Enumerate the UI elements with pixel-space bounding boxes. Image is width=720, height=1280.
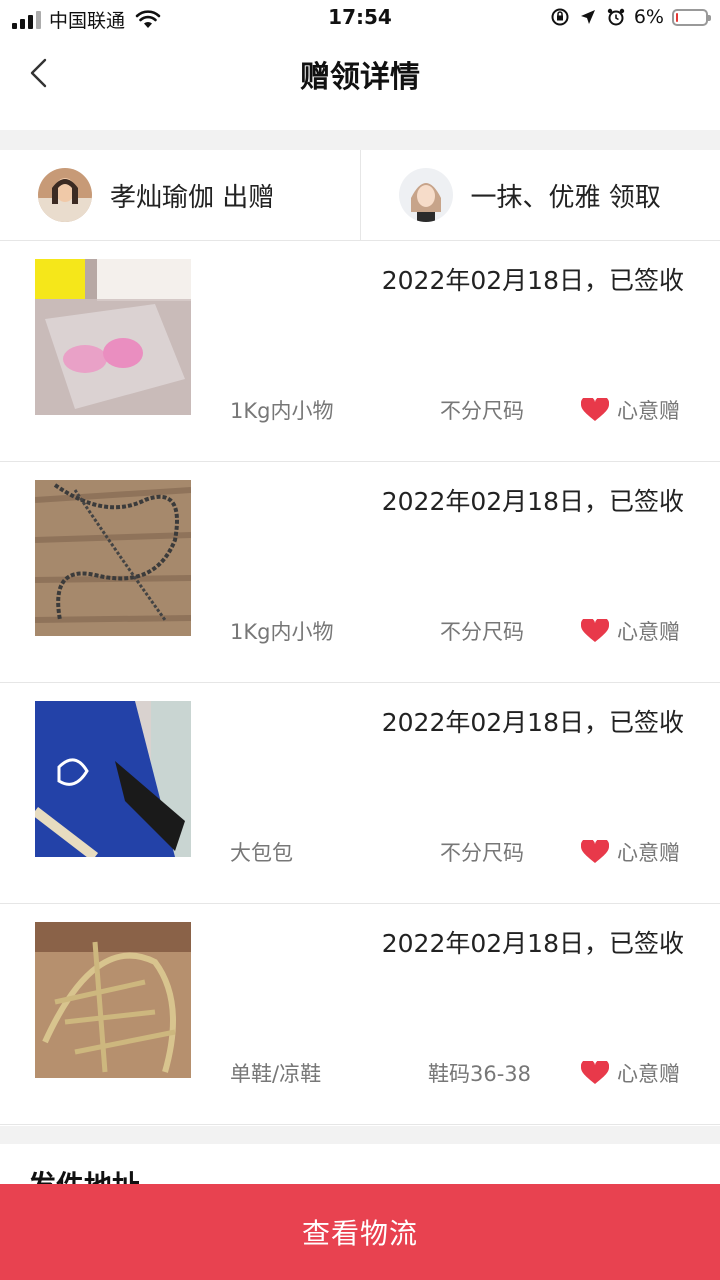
receiver[interactable]: 一抹、优雅 领取 [359,150,720,240]
battery-percent: 6% [633,6,664,28]
alarm-icon [607,8,625,26]
list-item[interactable]: 2022年02月18日，已签收 1Kg内小物 不分尺码 心意赠 [0,241,720,462]
gift-type: 心意赠 [581,837,680,867]
battery-icon [672,8,711,26]
list-item[interactable]: 2022年02月18日，已签收 单鞋/凉鞋 鞋码36-38 心意赠 [0,904,720,1125]
item-photo [35,259,191,415]
item-size: 不分尺码 [440,399,524,423]
heart-icon [581,840,609,863]
item-size: 不分尺码 [440,841,524,865]
gift-type: 心意赠 [581,616,680,646]
item-date-status: 2022年02月18日，已签收 [381,487,684,516]
item-size: 不分尺码 [440,620,524,644]
item-category: 1Kg内小物 [230,399,334,423]
gift-type-label: 心意赠 [617,841,680,865]
nav-bar: 赠领详情 [0,36,720,110]
giver-avatar [38,168,92,222]
giver[interactable]: 孝灿瑜伽 出赠 [0,150,360,240]
rotation-lock-icon [551,8,569,26]
item-category: 大包包 [230,841,293,865]
item-category: 1Kg内小物 [230,620,334,644]
item-photo [35,701,191,857]
heart-icon [581,1061,609,1084]
participants-row: 孝灿瑜伽 出赠 一抹、优雅 领取 [0,150,720,241]
gift-type-label: 心意赠 [617,620,680,644]
item-photo [35,480,191,636]
item-size: 鞋码36-38 [428,1062,532,1086]
giver-name: 孝灿瑜伽 出赠 [110,182,275,213]
page-title: 赠领详情 [300,60,420,95]
divider [0,130,720,150]
gift-type-label: 心意赠 [617,399,680,423]
gift-type: 心意赠 [581,395,680,425]
gift-type-label: 心意赠 [617,1062,680,1086]
item-date-status: 2022年02月18日，已签收 [381,266,684,295]
heart-icon [581,398,609,421]
gift-type: 心意赠 [581,1058,680,1088]
receiver-name: 一抹、优雅 领取 [470,182,661,213]
status-bar: 中国联通 17:54 6% [0,0,720,36]
item-list: 2022年02月18日，已签收 1Kg内小物 不分尺码 心意赠 2022年02月… [0,241,720,1125]
divider [0,1126,720,1144]
view-logistics-button[interactable]: 查看物流 [0,1184,720,1280]
receiver-avatar [398,168,453,222]
list-item[interactable]: 2022年02月18日，已签收 1Kg内小物 不分尺码 心意赠 [0,462,720,683]
heart-icon [581,619,609,642]
item-category: 单鞋/凉鞋 [230,1062,322,1086]
item-photo [35,922,191,1078]
item-date-status: 2022年02月18日，已签收 [381,708,684,737]
list-item[interactable]: 2022年02月18日，已签收 大包包 不分尺码 心意赠 [0,683,720,904]
item-date-status: 2022年02月18日，已签收 [381,929,684,958]
location-icon [580,10,595,24]
shipping-address-heading: 发件地址 [28,1169,141,1186]
